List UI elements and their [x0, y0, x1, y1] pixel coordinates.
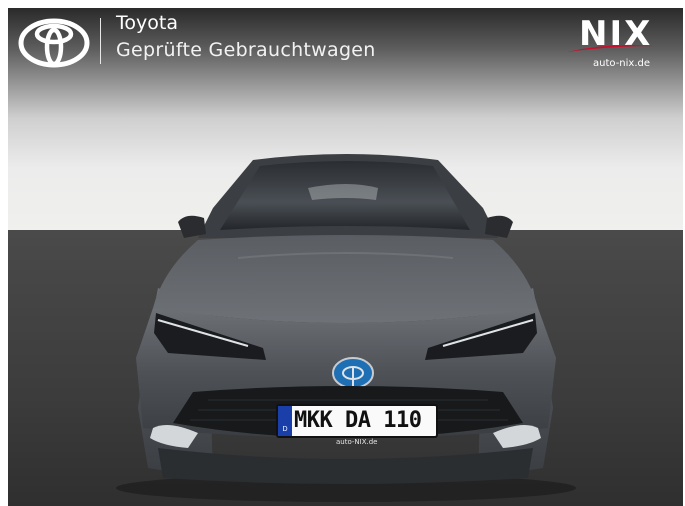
plate-frame-text: auto-NIX.de	[336, 438, 378, 446]
photo-header: Toyota Geprüfte Gebrauchtwagen NIX auto-…	[8, 8, 683, 78]
photo-frame: D MKK DA 110 auto-NIX.de Toyota Geprüfte…	[8, 8, 683, 506]
swoosh-icon	[567, 44, 653, 52]
toyota-emblem-icon	[18, 18, 90, 68]
dealer-logo: NIX auto-nix.de	[565, 14, 675, 74]
brand-subtitle: Geprüfte Gebrauchtwagen	[116, 39, 376, 61]
plate-number: MKK DA 110	[294, 408, 422, 433]
dealer-url: auto-nix.de	[593, 58, 651, 69]
brand-divider	[100, 18, 101, 64]
brand-name: Toyota	[116, 12, 178, 34]
plate-country-code: D	[278, 406, 292, 436]
license-plate: D MKK DA 110	[276, 404, 438, 438]
